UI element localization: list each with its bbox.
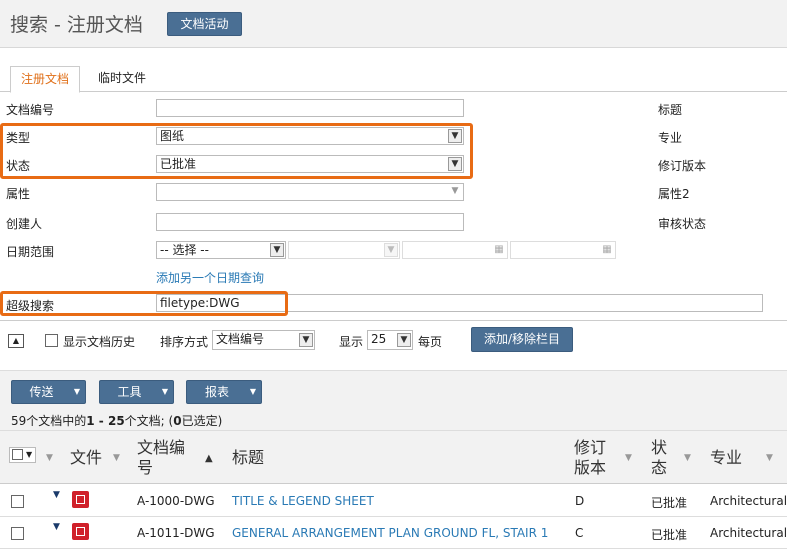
highlight-super-search xyxy=(0,291,288,316)
sort-asc-icon[interactable]: ▲ xyxy=(205,453,213,464)
column-menu-icon[interactable]: ▼ xyxy=(625,453,632,463)
add-remove-columns-button[interactable]: 添加/移除栏目 xyxy=(471,327,573,352)
table-row[interactable]: ▼ A-1011-DWG GENERAL ARRANGEMENT PLAN GR… xyxy=(0,517,787,549)
title-link[interactable]: GENERAL ARRANGEMENT PLAN GROUND FL, STAI… xyxy=(232,526,548,540)
page-header: 搜索 - 注册文档 文档活动 xyxy=(0,0,787,48)
discipline-label: 专业 xyxy=(658,131,683,145)
dwg-file-icon[interactable] xyxy=(72,491,89,508)
count-range: 1 - 25 xyxy=(86,414,125,428)
table-row[interactable]: ▼ A-1000-DWG TITLE & LEGEND SHEET D 已批准 … xyxy=(0,485,787,517)
tab-bar: 注册文档 临时文件 xyxy=(0,62,787,93)
discipline-cell: Architectural xyxy=(710,526,787,540)
dropdown-arrow-icon: ▼ xyxy=(161,387,168,396)
reports-button[interactable]: 报表 ▼ xyxy=(186,380,262,404)
tools-button[interactable]: 工具 ▼ xyxy=(99,380,174,404)
revision-column-header-line1[interactable]: 修订 xyxy=(574,438,606,458)
doc-number-column-header-line1[interactable]: 文档编 xyxy=(137,438,185,458)
revision-column-header-line2[interactable]: 版本 xyxy=(574,458,606,478)
title-column-header[interactable]: 标题 xyxy=(232,448,264,468)
sort-select[interactable]: 文档编号 ▼ xyxy=(212,330,315,350)
add-date-query-link[interactable]: 添加另一个日期查询 xyxy=(156,269,264,286)
dropdown-arrow-icon: ▼ xyxy=(249,387,256,396)
select-all-dropdown[interactable]: ▼ xyxy=(9,447,36,463)
results-bar: 传送 ▼ 工具 ▼ 报表 ▼ 59个文档中的1 - 25个文档; (0已选定) xyxy=(0,370,787,430)
date-from-input[interactable]: ▦ xyxy=(402,241,508,259)
page-title: 搜索 - 注册文档 xyxy=(10,14,143,36)
dropdown-arrow-icon: ▼ xyxy=(299,333,313,347)
reports-label: 报表 xyxy=(204,385,229,399)
row-checkbox[interactable] xyxy=(11,495,24,508)
document-activity-button[interactable]: 文档活动 xyxy=(167,12,242,36)
show-history-label: 显示文档历史 xyxy=(63,335,136,349)
dropdown-arrow-icon: ▼ xyxy=(73,387,80,396)
date-to-input[interactable]: ▦ xyxy=(510,241,616,259)
sort-label: 排序方式 xyxy=(160,335,209,349)
row-expand-icon[interactable]: ▼ xyxy=(53,490,60,500)
tools-label: 工具 xyxy=(117,385,142,399)
count-prefix: 59个文档中的 xyxy=(11,414,87,428)
date-operator-select[interactable]: ▼ xyxy=(288,241,400,259)
search-options-bar: ▲ 显示文档历史 排序方式 文档编号 ▼ 显示 25 ▼ 每页 添加/移除栏目 xyxy=(0,320,787,358)
doc-number-column-header-line2[interactable]: 号 xyxy=(137,458,153,478)
page-size-select[interactable]: 25 ▼ xyxy=(367,330,413,350)
select-all-checkbox[interactable] xyxy=(12,449,23,460)
column-menu-icon[interactable]: ▼ xyxy=(766,453,773,463)
count-suffix: 已选定) xyxy=(181,414,223,428)
attribute-select[interactable]: ▼ xyxy=(156,183,464,201)
date-type-select[interactable]: -- 选择 -- ▼ xyxy=(156,241,286,259)
row-checkbox[interactable] xyxy=(11,527,24,540)
title-label: 标题 xyxy=(658,103,683,117)
calendar-icon[interactable]: ▦ xyxy=(493,244,505,256)
dropdown-arrow-icon: ▼ xyxy=(26,450,33,459)
attribute2-label: 属性2 xyxy=(658,187,690,201)
dropdown-arrow-icon: ▼ xyxy=(397,333,411,347)
row-expand-icon[interactable]: ▼ xyxy=(53,522,60,532)
highlight-type-status xyxy=(0,123,473,179)
discipline-cell: Architectural xyxy=(710,494,787,508)
display-label: 显示 xyxy=(339,335,364,349)
result-count: 59个文档中的1 - 25个文档; (0已选定) xyxy=(11,412,222,429)
sort-value: 文档编号 xyxy=(216,332,265,346)
dwg-file-icon[interactable] xyxy=(72,523,89,540)
status-cell: 已批准 xyxy=(651,528,688,542)
title-link[interactable]: TITLE & LEGEND SHEET xyxy=(232,494,374,508)
dropdown-arrow-icon: ▼ xyxy=(384,243,398,257)
count-selected: 0 xyxy=(173,414,182,428)
calendar-icon[interactable]: ▦ xyxy=(601,244,613,256)
dropdown-arrow-icon: ▼ xyxy=(451,186,459,196)
creator-label: 创建人 xyxy=(6,217,43,231)
page-size-value: 25 xyxy=(371,332,387,346)
discipline-column-header[interactable]: 专业 xyxy=(710,448,742,468)
doc-number-input[interactable] xyxy=(156,99,464,117)
column-menu-icon[interactable]: ▼ xyxy=(46,453,53,463)
date-range-label: 日期范围 xyxy=(6,245,55,259)
revision-cell: C xyxy=(575,526,584,540)
transmit-label: 传送 xyxy=(29,385,54,399)
doc-number-cell: A-1000-DWG xyxy=(137,494,215,508)
review-status-label: 审核状态 xyxy=(658,217,707,231)
results-table-header: ▼ ▼ 文件 ▼ 文档编 号 ▲ 标题 修订 版本 ▼ 状 态 ▼ 专业 ▼ xyxy=(0,430,787,484)
column-menu-icon[interactable]: ▼ xyxy=(113,453,120,463)
doc-number-label: 文档编号 xyxy=(6,103,55,117)
status-column-header-line1[interactable]: 状 xyxy=(651,438,667,458)
dropdown-arrow-icon: ▼ xyxy=(270,243,284,257)
revision-cell: D xyxy=(575,494,585,508)
column-menu-icon[interactable]: ▼ xyxy=(684,453,691,463)
tab-registered-documents[interactable]: 注册文档 xyxy=(10,66,81,93)
show-history-checkbox[interactable] xyxy=(45,334,58,347)
expand-icon[interactable]: ▲ xyxy=(8,334,24,348)
status-column-header-line2[interactable]: 态 xyxy=(651,458,667,478)
file-column-header[interactable]: 文件 xyxy=(70,448,102,468)
status-cell: 已批准 xyxy=(651,496,688,510)
tab-temporary-files[interactable]: 临时文件 xyxy=(88,66,156,92)
doc-number-cell: A-1011-DWG xyxy=(137,526,215,540)
creator-input[interactable] xyxy=(156,213,464,231)
revision-label: 修订版本 xyxy=(658,159,707,173)
transmit-button[interactable]: 传送 ▼ xyxy=(11,380,86,404)
attribute-label: 属性 xyxy=(6,187,31,201)
count-mid: 个文档; ( xyxy=(124,414,174,428)
per-page-label: 每页 xyxy=(418,335,443,349)
date-type-value: -- 选择 -- xyxy=(160,243,209,257)
